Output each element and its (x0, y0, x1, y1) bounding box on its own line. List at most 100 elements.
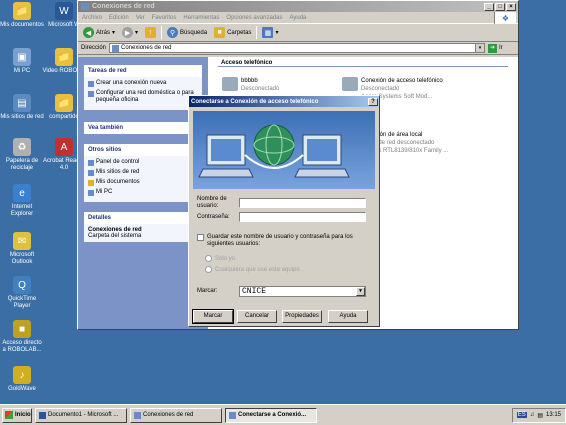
menu-tools[interactable]: Herramientas (183, 15, 219, 21)
save-credentials-label: Guardar este nombre de usuario y contras… (207, 234, 353, 247)
desktop-icon-robolab[interactable]: ■ Acceso directo a ROBOLAB... (0, 320, 44, 354)
menu-advanced[interactable]: Opciones avanzadas (226, 15, 282, 21)
connection-globe-illustration (198, 124, 350, 178)
place-my-pc[interactable]: Mi PC (88, 189, 198, 196)
dialup-connection-icon (229, 411, 236, 419)
back-button[interactable]: ◀ Atrás ▾ (81, 26, 117, 39)
desktop-icon-recycle-bin[interactable]: ♻ Papelera de reciclaje (0, 138, 44, 172)
dialog-titlebar[interactable]: Conectarse a Conexión de acceso telefóni… (189, 96, 379, 107)
menu-edit[interactable]: Edición (109, 15, 129, 21)
folder-icon: 📁 (55, 48, 73, 66)
radio-anyone-label: Cualquiera que use este equipo (215, 266, 300, 273)
dial-label: Marcar: (197, 288, 218, 294)
network-tasks-panel: Tareas de red Crear una conexión nueva C… (84, 65, 202, 110)
other-places-header[interactable]: Otros sitios (84, 144, 202, 156)
desktop-icon-outlook[interactable]: ✉ Microsoft Outlook (0, 232, 44, 266)
goldwave-icon: ♪ (13, 366, 31, 384)
place-my-documents[interactable]: Mis documentos (88, 179, 198, 186)
language-indicator[interactable]: ES (516, 412, 527, 418)
folders-button[interactable]: ■ Carpetas (212, 26, 253, 39)
dialog-banner (193, 111, 375, 189)
views-button[interactable]: ▦ ▾ (260, 26, 280, 39)
address-label: Dirección (81, 45, 107, 51)
folder-icon: 📁 (55, 94, 73, 112)
task-connect-dialog[interactable]: Conectarse a Conexió... (225, 407, 317, 423)
start-button[interactable]: Inicio (2, 407, 32, 423)
cancel-button[interactable]: Cancelar (237, 310, 277, 323)
network-connections-icon (112, 44, 120, 52)
password-row: Contraseña: (197, 212, 366, 222)
radio-anyone[interactable] (205, 266, 212, 273)
task-word-document[interactable]: Documento1 - Microsoft ... (35, 407, 127, 423)
desktop-icon-network-places[interactable]: ▤ Mis sitios de red (0, 94, 44, 121)
username-input[interactable] (239, 198, 366, 208)
properties-button[interactable]: Propiedades (282, 310, 322, 323)
dial-number-value: CNICE (242, 287, 267, 296)
details-sub: Carpeta del sistema (88, 233, 142, 239)
volume-icon[interactable]: ♫ (530, 412, 535, 418)
desktop-icon-my-documents[interactable]: 📁 Mis documentos (0, 2, 44, 29)
address-input[interactable]: Conexiones de red ▾ (109, 43, 486, 53)
radio-me-row: Sólo yo (205, 255, 235, 262)
windows-flag-icon (5, 411, 13, 419)
outlook-icon: ✉ (13, 232, 31, 250)
desktop-icon-quicktime[interactable]: Q QuickTime Player (0, 276, 44, 310)
task-network-connections[interactable]: Conexiones de red (130, 407, 222, 423)
chevron-down-icon[interactable]: ▼ (356, 287, 365, 296)
task-home-network[interactable]: Configurar una red doméstica o para pequ… (88, 90, 198, 104)
task-new-connection[interactable]: Crear una conexión nueva (88, 80, 198, 87)
see-also-header[interactable]: Vea también (84, 122, 202, 134)
start-label: Inicio (15, 412, 31, 418)
system-tray: ES ♫ ▤ 13:15 (511, 407, 566, 423)
save-credentials-checkbox[interactable] (197, 234, 204, 241)
views-icon: ▦ (262, 27, 274, 38)
search-icon: ⚲ (167, 27, 179, 38)
dialog-title: Conectarse a Conexión de acceso telefóni… (191, 98, 319, 105)
menu-help[interactable]: Ayuda (289, 15, 306, 21)
radio-me[interactable] (205, 255, 212, 262)
home-network-icon (88, 91, 94, 97)
dial-button[interactable]: Marcar (192, 309, 234, 324)
desktop-icon-goldwave[interactable]: ♪ GoldWave (0, 366, 44, 393)
dialog-close-button[interactable]: ? (368, 97, 378, 106)
network-tasks-header[interactable]: Tareas de red (84, 65, 202, 77)
details-header[interactable]: Detalles (84, 212, 202, 224)
up-button[interactable]: ↑ (143, 26, 158, 39)
dialup-connection-icon (222, 77, 238, 91)
connection-bbbbb[interactable]: bbbbb Desconectado (222, 77, 279, 93)
desktop-icon-internet-explorer[interactable]: e Internet Explorer (0, 184, 44, 218)
place-control-panel[interactable]: Panel de control (88, 159, 198, 166)
network-icon: ▤ (13, 94, 31, 112)
close-button[interactable]: × (506, 2, 516, 11)
menu-view[interactable]: Ver (136, 15, 145, 21)
place-network-places[interactable]: Mis sitios de red (88, 169, 198, 176)
word-icon (39, 411, 46, 419)
explorer-titlebar[interactable]: Conexiones de red _ □ × (78, 1, 518, 12)
address-value: Conexiones de red (121, 45, 172, 51)
forward-button[interactable]: ▶ ▾ (120, 26, 140, 39)
toolbar: ◀ Atrás ▾ ▶ ▾ ↑ ⚲ Búsqueda ■ Carpetas ▦ … (78, 24, 518, 42)
network-connections-icon (134, 411, 141, 419)
go-button[interactable]: ➜ Ir (488, 43, 503, 53)
toolbar-separator (161, 26, 163, 39)
username-row: Nombre de usuario: (197, 196, 366, 210)
menu-file[interactable]: Archivo (82, 15, 102, 21)
folders-icon: ■ (214, 27, 226, 38)
go-label: Ir (499, 45, 503, 51)
computer-icon (88, 190, 94, 196)
menu-favorites[interactable]: Favoritos (152, 15, 177, 21)
chevron-down-icon: ▾ (135, 30, 139, 36)
minimize-button[interactable]: _ (484, 2, 494, 11)
search-button[interactable]: ⚲ Búsqueda (165, 26, 209, 39)
password-input[interactable] (239, 212, 366, 222)
windows-logo-icon: ❖ (494, 12, 516, 24)
chevron-down-icon: ▾ (112, 30, 116, 36)
help-button[interactable]: Ayuda (328, 310, 368, 323)
explorer-title: Conexiones de red (92, 3, 155, 10)
maximize-button[interactable]: □ (495, 2, 505, 11)
desktop-icon-my-pc[interactable]: ▣ Mi PC (0, 48, 44, 75)
computer-icon: ▣ (13, 48, 31, 66)
dial-number-combo[interactable]: CNICE ▼ (239, 286, 366, 297)
network-tray-icon[interactable]: ▤ (537, 412, 543, 419)
address-dropdown[interactable]: ▾ (475, 44, 485, 52)
